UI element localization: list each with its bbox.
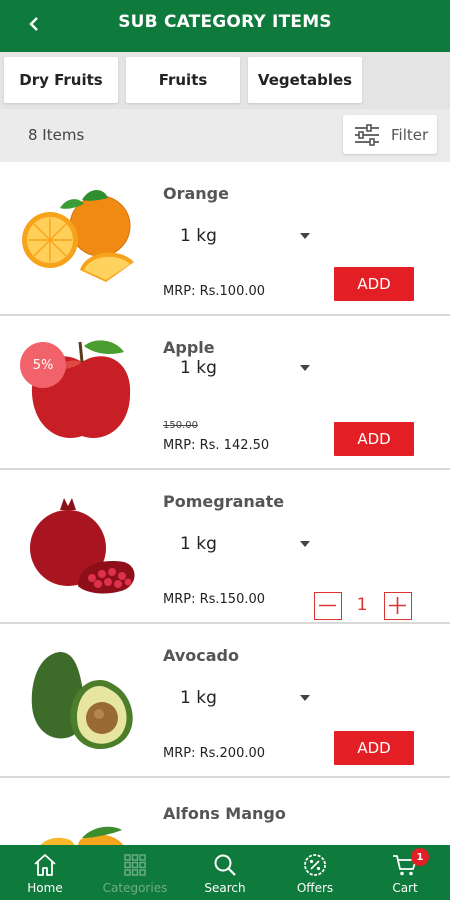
nav-label: Cart xyxy=(392,881,418,895)
add-to-cart-button[interactable]: ADD xyxy=(334,731,414,765)
tab-dry-fruits[interactable]: Dry Fruits xyxy=(4,57,118,103)
avocado-image xyxy=(31,652,133,750)
add-to-cart-button[interactable]: ADD xyxy=(334,422,414,456)
product-card-apple[interactable]: 5% Apple 1 kg 150.00 MRP: Rs. 142.50 ADD xyxy=(0,316,450,470)
product-price: MRP: Rs. 142.50 xyxy=(163,438,270,453)
quantity-value: 1 kg xyxy=(180,358,217,378)
chevron-down-icon[interactable] xyxy=(300,365,310,371)
product-name: Orange xyxy=(163,184,229,203)
subcategory-tabs: Dry Fruits Fruits Vegetables xyxy=(0,52,450,109)
nav-label: Search xyxy=(204,881,246,895)
quantity-value: 1 kg xyxy=(180,534,217,554)
nav-home[interactable]: Home xyxy=(0,845,90,900)
tab-fruits[interactable]: Fruits xyxy=(126,57,240,103)
nav-label: Categories xyxy=(102,881,168,895)
chevron-down-icon[interactable] xyxy=(300,541,310,547)
quantity-value: 1 kg xyxy=(180,688,217,708)
quantity-value: 1 kg xyxy=(180,226,217,246)
nav-search[interactable]: Search xyxy=(180,845,270,900)
home-icon xyxy=(34,854,56,876)
product-card-pomegranate[interactable]: Pomegranate 1 kg MRP: Rs.150.00 1 xyxy=(0,470,450,624)
add-to-cart-button[interactable]: ADD xyxy=(334,267,414,301)
nav-categories[interactable]: Categories xyxy=(90,845,180,900)
plus-icon xyxy=(389,597,406,614)
discount-badge: 5% xyxy=(20,342,66,388)
page-title: SUB CATEGORY ITEMS xyxy=(118,12,332,32)
product-card-orange[interactable]: Orange 1 kg MRP: Rs.100.00 ADD xyxy=(0,162,450,316)
app-header: SUB CATEGORY ITEMS xyxy=(0,0,450,52)
filter-button[interactable]: Filter xyxy=(343,115,437,154)
product-name: Pomegranate xyxy=(163,492,285,511)
product-price: MRP: Rs.150.00 xyxy=(163,592,266,607)
product-name: Alfons Mango xyxy=(163,804,286,823)
bottom-navigation: Home Categories Search Offers 1 Cart xyxy=(0,845,450,900)
nav-offers[interactable]: Offers xyxy=(270,845,360,900)
item-count: 8 Items xyxy=(28,126,85,144)
cart-count-badge: 1 xyxy=(411,848,429,866)
chevron-down-icon[interactable] xyxy=(300,233,310,239)
search-icon xyxy=(214,854,236,876)
mango-image xyxy=(40,826,124,845)
product-list: Orange 1 kg MRP: Rs.100.00 ADD 5% Apple … xyxy=(0,162,450,845)
product-card-mango[interactable]: Alfons Mango xyxy=(0,778,450,845)
cart-quantity: 1 xyxy=(356,595,368,615)
product-card-avocado[interactable]: Avocado 1 kg MRP: Rs.200.00 ADD xyxy=(0,624,450,778)
decrement-button[interactable] xyxy=(314,592,342,620)
product-price: MRP: Rs.200.00 xyxy=(163,746,266,761)
original-price: 150.00 xyxy=(163,420,198,431)
product-name: Avocado xyxy=(163,646,239,665)
tab-vegetables[interactable]: Vegetables xyxy=(248,57,362,103)
pomegranate-image xyxy=(30,498,135,594)
increment-button[interactable] xyxy=(384,592,412,620)
sliders-icon xyxy=(355,123,379,146)
chevron-down-icon[interactable] xyxy=(300,695,310,701)
nav-cart[interactable]: 1 Cart xyxy=(360,845,450,900)
quantity-stepper: 1 xyxy=(314,592,412,620)
minus-icon xyxy=(319,604,336,607)
orange-image xyxy=(22,190,134,282)
nav-label: Offers xyxy=(296,881,334,895)
nav-label: Home xyxy=(27,881,63,895)
product-price: MRP: Rs.100.00 xyxy=(163,284,266,299)
grid-icon xyxy=(124,854,146,876)
offers-icon xyxy=(304,854,326,876)
filter-label: Filter xyxy=(391,125,429,144)
